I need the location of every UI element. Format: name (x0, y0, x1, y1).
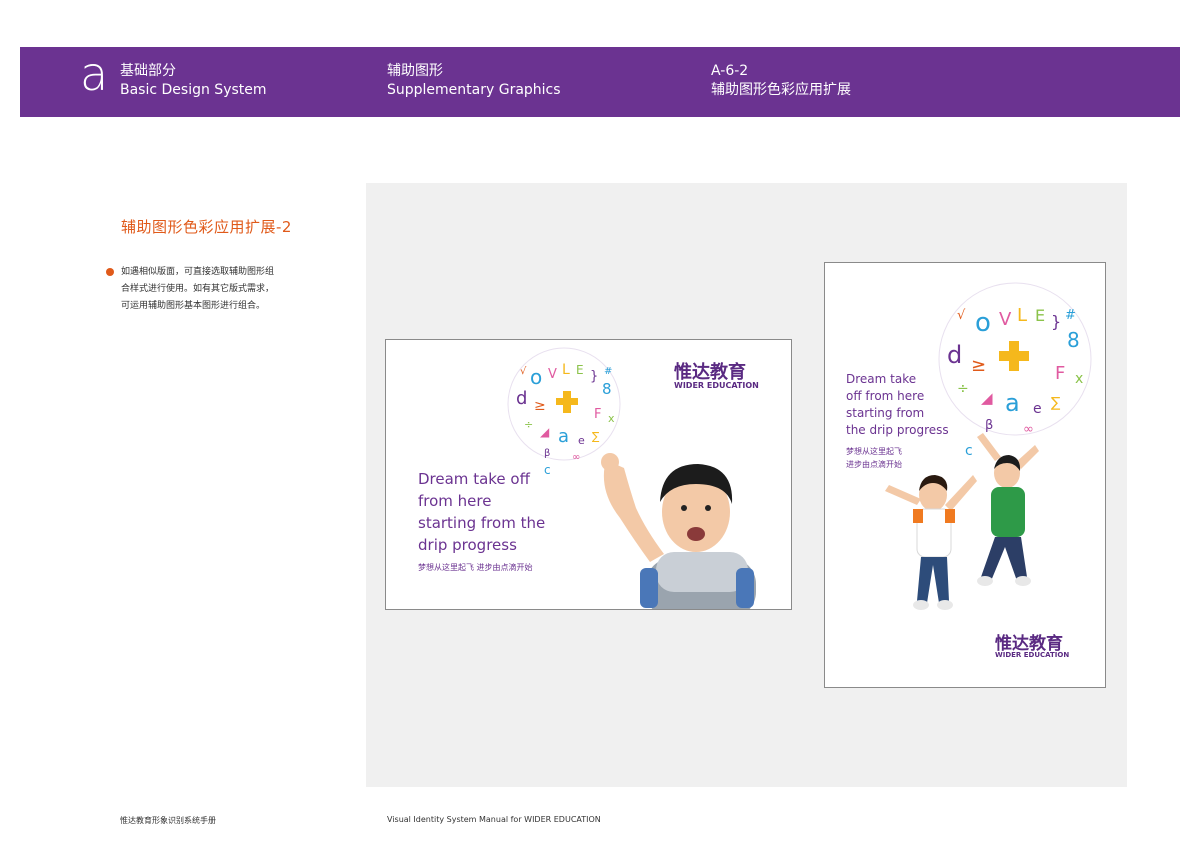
bullet-dot-icon (106, 268, 114, 276)
svg-text:}: } (1051, 312, 1061, 331)
svg-text:d: d (516, 388, 527, 409)
jumping-kids-illustration (885, 433, 1039, 610)
svg-text:V: V (999, 309, 1012, 330)
svg-text:e: e (1033, 401, 1042, 417)
description-text: 如遇相似版面，可直接选取辅助图形组合样式进行使用。如有其它版式需求，可运用辅助图… (121, 267, 275, 311)
svg-text:8: 8 (602, 380, 612, 398)
slogan-line: drip progress (418, 536, 517, 554)
svg-text:F: F (1055, 363, 1065, 384)
svg-text:÷: ÷ (524, 418, 533, 431)
svg-text:◢: ◢ (981, 389, 993, 407)
topic-en: Supplementary Graphics (387, 82, 561, 98)
svg-text:o: o (530, 365, 542, 389)
svg-text:∞: ∞ (572, 452, 580, 463)
slogan-line: Dream take (846, 372, 917, 386)
svg-text:#: # (604, 366, 612, 377)
slogan-line: starting from the (418, 514, 546, 532)
svg-text:a: a (558, 426, 569, 447)
header-section: 基础部分 Basic Design System (120, 62, 267, 100)
svg-text:8: 8 (1067, 328, 1080, 352)
svg-text:E: E (1035, 306, 1045, 325)
slogan-english: Dream take off from here starting from t… (418, 468, 545, 556)
header-code: A-6-2 辅助图形色彩应用扩展 (711, 62, 851, 100)
footer-manual-cn: 惟达教育形象识别系统手册 (120, 816, 216, 825)
vertical-poster-mockup: o V L E } 8 d ≥ F x a ◢ e ∑ ÷ √ # β ∞ c … (824, 262, 1106, 688)
page-code-title: 辅助图形色彩应用扩展 (711, 82, 851, 98)
svg-text:F: F (594, 407, 601, 422)
slogan-line: from here (418, 492, 492, 510)
slogan-line: off from here (846, 389, 925, 403)
topic-cn: 辅助图形 (387, 63, 443, 79)
svg-text:x: x (608, 412, 615, 425)
header-topic: 辅助图形 Supplementary Graphics (387, 62, 561, 100)
svg-text:L: L (562, 362, 570, 378)
svg-text:V: V (548, 367, 557, 382)
page-code: A-6-2 (711, 63, 749, 79)
section-en: Basic Design System (120, 82, 267, 98)
svg-text:E: E (576, 363, 584, 377)
svg-text:a: a (1005, 389, 1020, 417)
slogan-chinese: 梦想从这里起飞 进步由点滴开始 (418, 563, 533, 572)
svg-text:√: √ (957, 308, 966, 323)
section-cn: 基础部分 (120, 63, 176, 79)
svg-text:∑: ∑ (1051, 395, 1061, 411)
horizontal-poster-mockup: o V L E } 8 d ≥ F x a ◢ e ∑ ÷ √ # β ∞ c … (385, 339, 792, 610)
svg-text:β: β (544, 448, 550, 459)
svg-text:◢: ◢ (540, 425, 550, 439)
logo-wordmark-en: WIDER EDUCATION (995, 651, 1070, 659)
svg-text:≥: ≥ (971, 355, 986, 376)
section-letter-mark: a (80, 47, 109, 101)
boy-photo-illustration (601, 453, 756, 609)
footer-manual-en: Visual Identity System Manual for WIDER … (387, 815, 601, 824)
svg-text:o: o (975, 308, 991, 338)
svg-text:L: L (1017, 305, 1027, 326)
logo-wordmark-en: WIDER EDUCATION (674, 381, 759, 390)
slogan-line: Dream take off (418, 470, 530, 488)
svg-text:d: d (947, 341, 962, 369)
slogan-english: Dream take off from here starting from t… (846, 371, 949, 439)
svg-text:≥: ≥ (534, 398, 546, 414)
slogan-line: starting from (846, 406, 925, 420)
svg-text:∑: ∑ (592, 430, 600, 443)
svg-text:x: x (1075, 371, 1083, 387)
svg-text:√: √ (520, 366, 527, 377)
svg-text:e: e (578, 434, 585, 447)
page-title: 辅助图形色彩应用扩展-2 (121, 218, 292, 236)
header-band: a 基础部分 Basic Design System 辅助图形 Suppleme… (20, 47, 1180, 117)
svg-text:÷: ÷ (957, 381, 969, 397)
svg-text:#: # (1065, 308, 1076, 323)
svg-text:}: } (590, 369, 598, 384)
